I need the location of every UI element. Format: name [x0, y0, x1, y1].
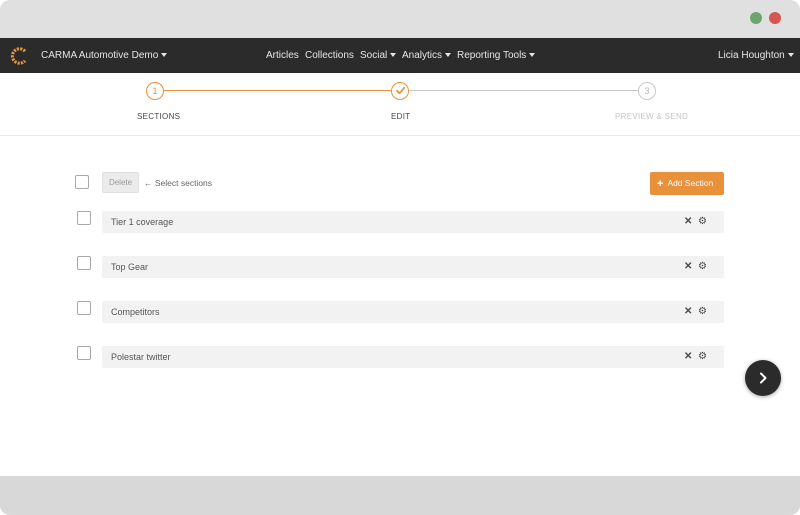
section-checkbox[interactable]: [77, 301, 91, 315]
section-row[interactable]: Competitors ✕ ⚙: [102, 301, 724, 323]
nav-articles[interactable]: Articles: [266, 50, 299, 61]
maximize-button[interactable]: [750, 12, 762, 24]
chevron-down-icon: [529, 53, 536, 57]
nav-reporting-tools[interactable]: Reporting Tools: [457, 50, 536, 61]
step-connector-upcoming: [409, 90, 638, 91]
step-3-label: PREVIEW & SEND: [615, 112, 689, 121]
section-name: Competitors: [111, 307, 160, 317]
top-navbar: CARMA Automotive Demo Articles Collectio…: [0, 38, 800, 73]
step-1-number: 1: [152, 86, 158, 96]
close-window-button[interactable]: [769, 12, 781, 24]
main-content: 1 3 SECTIONS EDIT PREVIEW & SEND Delete …: [0, 73, 800, 476]
plus-icon: +: [657, 178, 664, 190]
progress-stepper: 1 3 SECTIONS EDIT PREVIEW & SEND: [0, 73, 800, 136]
section-name: Polestar twitter: [111, 352, 171, 362]
section-name: Top Gear: [111, 262, 149, 272]
nav-social-label: Social: [360, 50, 388, 61]
section-row[interactable]: Polestar twitter ✕ ⚙: [102, 346, 724, 368]
section-checkbox[interactable]: [77, 256, 91, 270]
step-3-circle[interactable]: 3: [638, 82, 656, 100]
nav-analytics[interactable]: Analytics: [402, 50, 452, 61]
add-section-label: Add Section: [667, 178, 714, 188]
select-sections-hint: ← Select sections: [144, 178, 213, 188]
remove-icon[interactable]: ✕: [684, 350, 692, 364]
nav-analytics-label: Analytics: [402, 50, 443, 61]
chevron-down-icon: [390, 53, 397, 57]
section-row[interactable]: Tier 1 coverage ✕ ⚙: [102, 211, 724, 233]
user-menu[interactable]: Licia Houghton: [718, 50, 794, 61]
section-checkbox[interactable]: [77, 211, 91, 225]
section-row[interactable]: Top Gear ✕ ⚙: [102, 256, 724, 278]
remove-icon[interactable]: ✕: [684, 305, 692, 319]
step-1-label: SECTIONS: [137, 112, 181, 121]
window-footer: [0, 476, 800, 515]
section-name: Tier 1 coverage: [111, 217, 174, 227]
account-switcher[interactable]: CARMA Automotive Demo: [41, 50, 168, 61]
add-section-button[interactable]: + Add Section: [650, 172, 724, 195]
gear-icon[interactable]: ⚙: [698, 215, 707, 229]
gear-icon[interactable]: ⚙: [698, 260, 707, 274]
gear-icon[interactable]: ⚙: [698, 305, 707, 319]
next-step-button[interactable]: [745, 360, 781, 396]
app-window: CARMA Automotive Demo Articles Collectio…: [0, 0, 800, 515]
nav-collections[interactable]: Collections: [305, 50, 354, 61]
remove-icon[interactable]: ✕: [684, 215, 692, 229]
user-name: Licia Houghton: [718, 50, 785, 61]
delete-button[interactable]: Delete: [102, 172, 139, 193]
checkmark-icon: [395, 86, 405, 95]
section-checkbox[interactable]: [77, 346, 91, 360]
remove-icon[interactable]: ✕: [684, 260, 692, 274]
step-2-label: EDIT: [391, 112, 411, 121]
chevron-down-icon: [161, 53, 168, 57]
chevron-down-icon: [787, 53, 794, 57]
brand-label: CARMA Automotive Demo: [41, 50, 159, 61]
gear-icon[interactable]: ⚙: [698, 350, 707, 364]
step-connector-complete: [163, 90, 391, 91]
step-3-number: 3: [644, 86, 650, 96]
step-1-circle[interactable]: 1: [146, 82, 164, 100]
nav-reporting-tools-label: Reporting Tools: [457, 50, 527, 61]
window-titlebar: [0, 0, 800, 38]
carma-logo-icon[interactable]: [10, 47, 28, 65]
select-all-checkbox[interactable]: [75, 175, 89, 189]
nav-social[interactable]: Social: [360, 50, 397, 61]
chevron-down-icon: [445, 53, 452, 57]
chevron-right-icon: [760, 372, 767, 384]
step-2-circle[interactable]: [391, 82, 409, 100]
